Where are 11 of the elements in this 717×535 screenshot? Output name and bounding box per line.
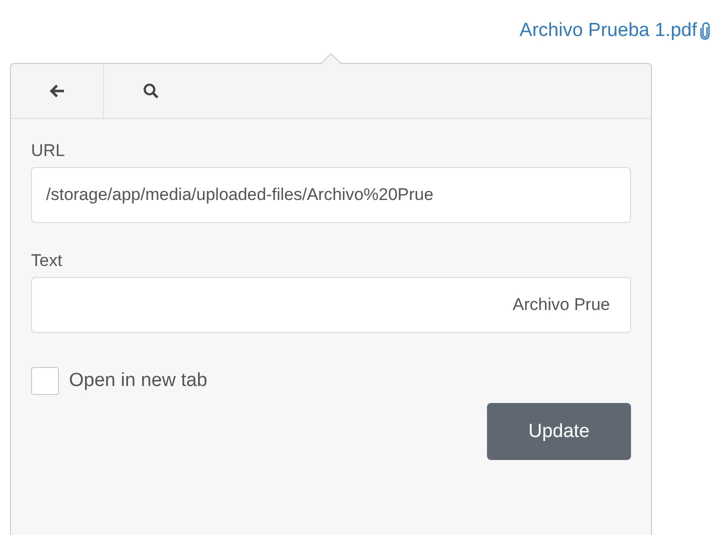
url-label: URL (31, 141, 66, 161)
checkbox[interactable] (31, 367, 59, 395)
paperclip-icon (700, 22, 710, 40)
url-field[interactable]: /storage/app/media/uploaded-files/Archivo%20Prue (31, 167, 631, 223)
search-icon (142, 83, 158, 99)
checkbox-label: Open in new tab (69, 370, 208, 392)
text-field[interactable]: Archivo Prue (31, 277, 631, 333)
arrow-left-icon (49, 84, 65, 98)
file-link[interactable]: Archivo Prueba 1.pdf (520, 20, 697, 42)
text-label: Text (31, 251, 64, 271)
update-button[interactable]: Update (487, 403, 631, 460)
